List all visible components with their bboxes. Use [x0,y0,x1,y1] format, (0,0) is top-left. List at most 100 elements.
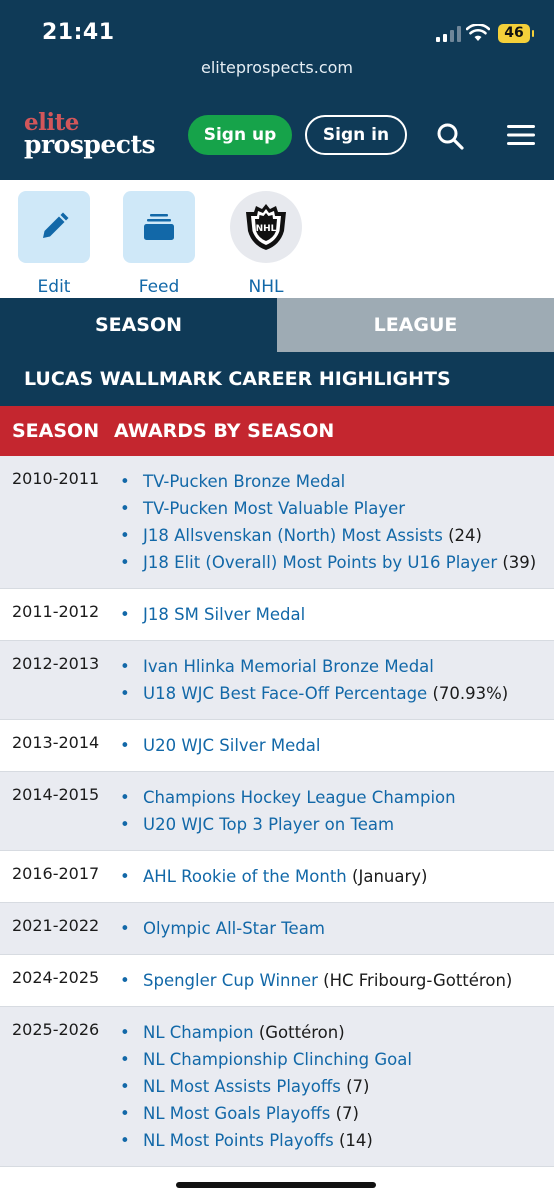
browser-chrome: 21:41 46 eliteprospects.com elite prospe… [0,0,554,180]
nhl-action-tile[interactable]: NHL [230,191,302,263]
sign-in-button[interactable]: Sign in [305,115,407,155]
bullet-icon: • [120,1077,130,1096]
table-row: 2011-2012 • J18 SM Silver Medal [0,589,554,641]
nhl-action[interactable]: NHL NHL [230,191,302,297]
award-item: • J18 SM Silver Medal [120,601,554,628]
season-cell: 2010-2011 [12,469,100,488]
bullet-icon: • [120,1131,130,1150]
award-link[interactable]: J18 SM Silver Medal [143,605,305,624]
tab-bar: SEASON LEAGUE [0,298,554,354]
battery-indicator: 46 [498,24,534,43]
award-item: • Olympic All-Star Team [120,915,554,942]
bullet-icon: • [120,919,130,938]
elite-prospects-logo[interactable]: elite prospects [24,111,156,159]
award-link[interactable]: NL Champion [143,1023,254,1042]
table-row: 2016-2017 • AHL Rookie of the Month (Janua… [0,851,554,903]
season-cell: 2012-2013 [12,654,100,673]
bullet-icon: • [120,867,130,886]
column-header-awards: AWARDS BY SEASON [114,420,335,442]
award-item: • TV-Pucken Most Valuable Player [120,495,554,522]
awards-list: • Champions Hockey League Champion • U20 WJ… [0,772,554,850]
table-row: 2014-2015 • Champions Hockey League Champi… [0,772,554,851]
award-detail: (14) [338,1131,373,1150]
award-link[interactable]: Ivan Hlinka Memorial Bronze Medal [143,657,434,676]
table-row: 2012-2013 • Ivan Hlinka Memorial Bronze Me… [0,641,554,720]
award-link[interactable]: Olympic All-Star Team [143,919,325,938]
season-cell: 2021-2022 [12,916,100,935]
award-link[interactable]: J18 Allsvenskan (North) Most Assists [143,526,443,545]
award-item: • NL Championship Clinching Goal [120,1046,554,1073]
award-link[interactable]: J18 Elit (Overall) Most Points by U16 Pl… [143,553,497,572]
award-link[interactable]: NL Most Points Playoffs [143,1131,334,1150]
feed-icon [144,214,174,240]
site-header: elite prospects Sign up Sign in [0,92,554,180]
cellular-signal-icon [436,26,461,42]
bullet-icon: • [120,788,130,807]
bullet-icon: • [120,1104,130,1123]
status-bar: 21:41 46 [0,0,554,62]
award-detail: (HC Fribourg-Gottéron) [323,971,513,990]
award-link[interactable]: U20 WJC Top 3 Player on Team [143,815,394,834]
bullet-icon: • [120,684,130,703]
sign-up-button[interactable]: Sign up [188,115,292,155]
career-highlights-title: LUCAS WALLMARK CAREER HIGHLIGHTS [0,354,554,406]
address-bar-url[interactable]: eliteprospects.com [0,58,554,77]
search-icon[interactable] [436,122,464,150]
table-row: 2021-2022 • Olympic All-Star Team [0,903,554,955]
bullet-icon: • [120,472,130,491]
award-item: • U20 WJC Silver Medal [120,732,554,759]
award-item: • J18 Allsvenskan (North) Most Assists (2… [120,522,554,549]
award-item: • U20 WJC Top 3 Player on Team [120,811,554,838]
season-cell: 2024-2025 [12,968,100,987]
award-link[interactable]: Champions Hockey League Champion [143,788,456,807]
hamburger-menu-icon[interactable] [507,124,535,146]
award-item: • NL Most Points Playoffs (14) [120,1127,554,1154]
award-link[interactable]: NL Championship Clinching Goal [143,1050,412,1069]
award-detail: (70.93%) [432,684,509,703]
bullet-icon: • [120,736,130,755]
tab-season[interactable]: SEASON [0,298,277,354]
season-cell: 2011-2012 [12,602,100,621]
award-item: • U18 WJC Best Face-Off Percentage (70.93… [120,680,554,707]
award-link[interactable]: U18 WJC Best Face-Off Percentage [143,684,427,703]
tab-league[interactable]: LEAGUE [277,298,554,354]
award-detail: (24) [448,526,482,545]
feed-action-tile[interactable] [123,191,195,263]
quick-actions: Edit Feed NHL NHL [0,180,554,298]
award-detail: (Gottéron) [258,1023,345,1042]
bullet-icon: • [120,526,130,545]
season-cell: 2016-2017 [12,864,100,883]
home-indicator[interactable] [176,1182,376,1188]
table-row: 2024-2025 • Spengler Cup Winner (HC Fribou… [0,955,554,1007]
bullet-icon: • [120,1050,130,1069]
award-link[interactable]: TV-Pucken Bronze Medal [143,472,345,491]
table-header: SEASON AWARDS BY SEASON [0,406,554,456]
table-row: 2013-2014 • U20 WJC Silver Medal [0,720,554,772]
award-detail: (39) [502,553,537,572]
edit-action-tile[interactable] [18,191,90,263]
wifi-icon [466,24,490,41]
award-item: • NL Champion (Gottéron) [120,1019,554,1046]
award-item: • TV-Pucken Bronze Medal [120,468,554,495]
award-link[interactable]: NL Most Assists Playoffs [143,1077,341,1096]
award-link[interactable]: U20 WJC Silver Medal [143,736,320,755]
season-cell: 2013-2014 [12,733,100,752]
award-link[interactable]: Spengler Cup Winner [143,971,318,990]
feed-action-label: Feed [138,277,180,297]
award-link[interactable]: AHL Rookie of the Month [143,867,347,886]
bullet-icon: • [120,971,130,990]
edit-action[interactable]: Edit [18,191,90,297]
table-row: 2010-2011 • TV-Pucken Bronze Medal • TV-Puck… [0,456,554,589]
nhl-action-label: NHL [248,277,284,297]
column-header-season: SEASON [12,420,100,442]
award-item: • J18 Elit (Overall) Most Points by U16 P… [120,549,554,576]
award-item: • Spengler Cup Winner (HC Fribourg-Gottér… [120,967,554,994]
awards-list: • Ivan Hlinka Memorial Bronze Medal • U18 W… [0,641,554,719]
logo-line2: prospects [24,130,156,159]
edit-action-label: Edit [37,277,71,297]
feed-action[interactable]: Feed [123,191,195,297]
award-detail: (January) [352,867,428,886]
award-link[interactable]: TV-Pucken Most Valuable Player [143,499,405,518]
season-cell: 2025-2026 [12,1020,100,1039]
award-link[interactable]: NL Most Goals Playoffs [143,1104,330,1123]
